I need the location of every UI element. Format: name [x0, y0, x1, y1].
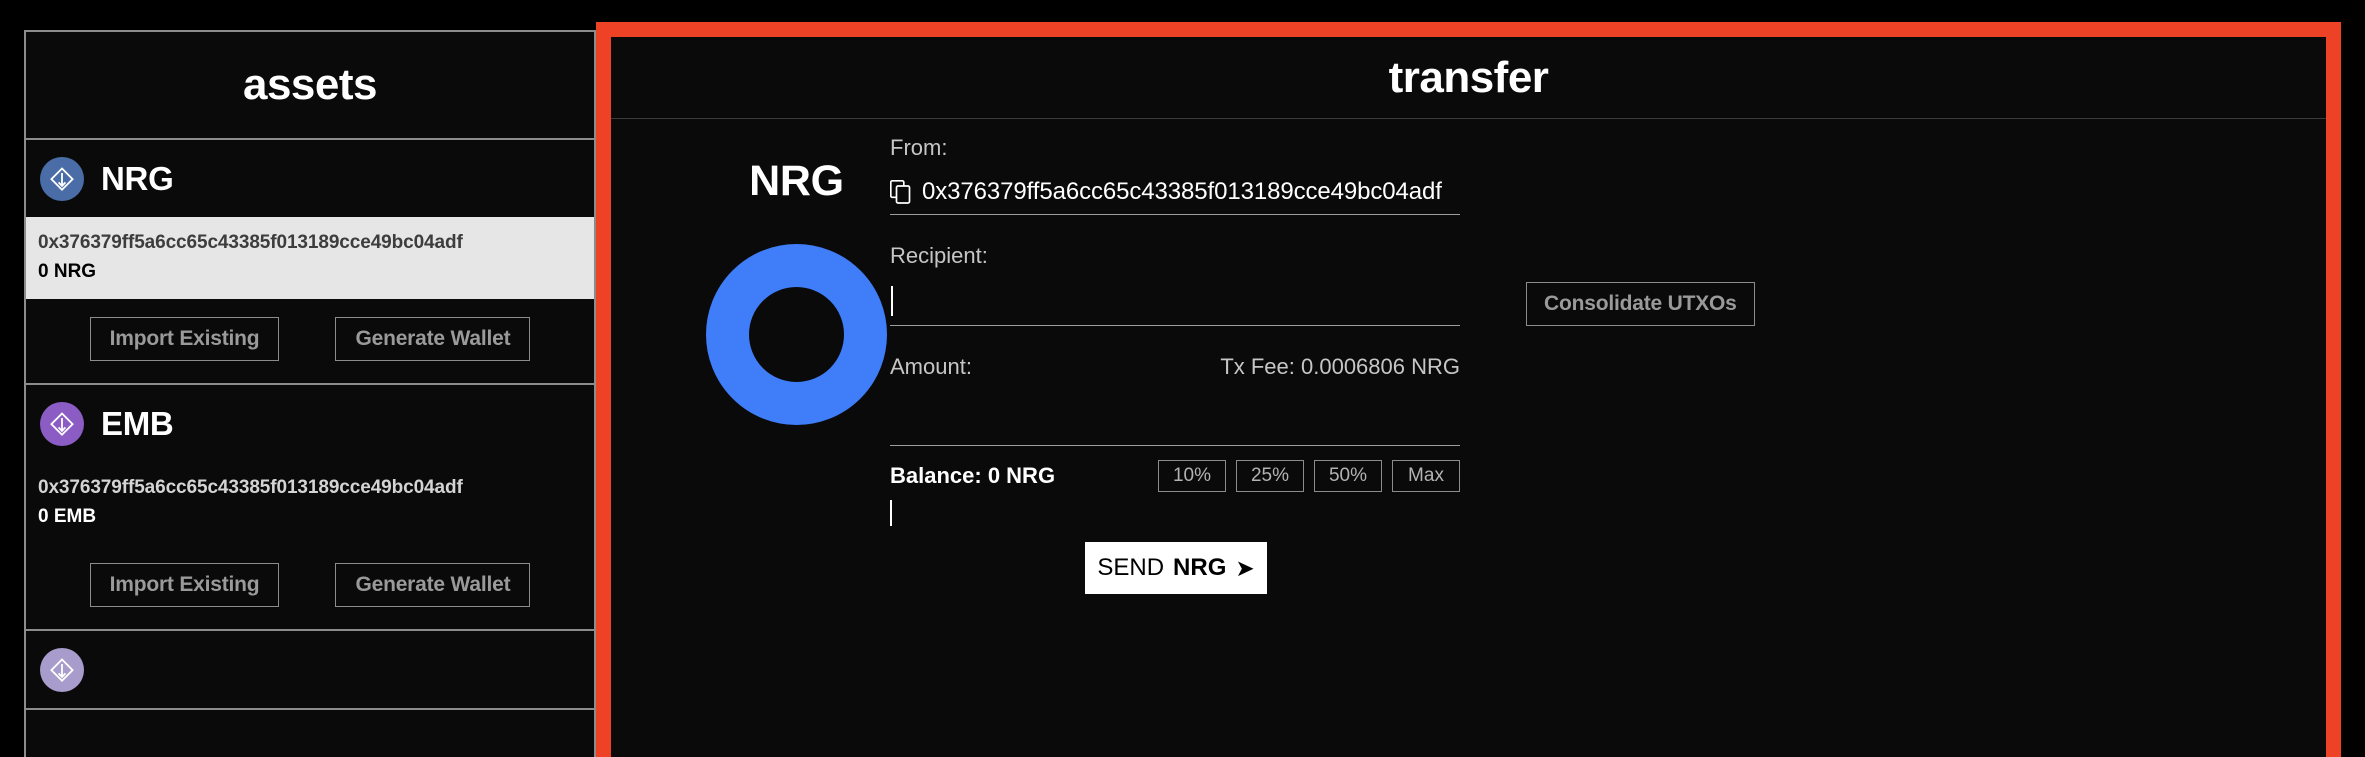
generate-wallet-button-nrg[interactable]: Generate Wallet [335, 317, 531, 362]
asset-header-nrg[interactable]: NRG [26, 140, 594, 217]
percent-button-10[interactable]: 10% [1158, 460, 1226, 492]
send-arrow-icon: ➤ [1235, 554, 1255, 581]
wallet-balance-nrg: 0 NRG [38, 260, 97, 282]
wallet-address-nrg: 0x376379ff5a6cc65c43385f013189cce49bc04a… [38, 232, 463, 253]
asset-header-partial[interactable] [26, 631, 594, 708]
wallet-app-window: assets NRG 0x376379ff5a6cc65c43385f01318… [0, 0, 2365, 757]
balance-text: Balance: 0 NRG [890, 463, 1056, 488]
asset-block-emb: EMB 0x376379ff5a6cc65c43385f013189cce49b… [26, 385, 594, 631]
from-label: From: [890, 135, 948, 160]
percent-button-25[interactable]: 25% [1236, 460, 1304, 492]
transfer-form: From: 0x376379ff5a6cc65c43385f013189cce4… [890, 135, 1460, 526]
recipient-input[interactable] [898, 283, 1460, 319]
amount-header-row: Amount: Tx Fee: 0.0006806 NRG [890, 354, 1460, 380]
amount-field[interactable] [890, 390, 1460, 446]
amount-label: Amount: [890, 354, 972, 379]
import-existing-button-nrg[interactable]: Import Existing [89, 317, 280, 362]
asset-block-partial [26, 630, 594, 710]
asset-symbol-emb: EMB [101, 405, 174, 443]
percent-button-50[interactable]: 50% [1314, 460, 1382, 492]
transfer-panel-body: transfer NRG From: 0x376379ff5a6cc65c433… [611, 37, 2326, 757]
recipient-field-group: Recipient: [890, 243, 1460, 326]
send-button-word: SEND [1097, 554, 1165, 581]
wallet-row-emb[interactable]: 0x376379ff5a6cc65c43385f013189cce49bc04a… [26, 462, 594, 544]
from-address-value: 0x376379ff5a6cc65c43385f013189cce49bc04a… [922, 177, 1442, 205]
send-button[interactable]: SEND NRG ➤ [1085, 542, 1267, 594]
tx-fee-text: Tx Fee: 0.0006806 NRG [1220, 354, 1460, 379]
consolidate-utxos-button[interactable]: Consolidate UTXOs [1526, 282, 1755, 326]
transfer-panel-header: transfer [611, 37, 2326, 119]
from-field: 0x376379ff5a6cc65c43385f013189cce49bc04a… [890, 175, 1460, 215]
asset-actions-emb: Import Existing Generate Wallet [26, 545, 594, 629]
assets-panel-header: assets [26, 32, 594, 140]
assets-title: assets [242, 60, 378, 109]
asset-symbol-nrg: NRG [101, 160, 174, 197]
copy-icon[interactable] [890, 179, 912, 204]
asset-block-nrg: NRG 0x376379ff5a6cc65c43385f013189cce49b… [26, 140, 594, 386]
generate-wallet-button-emb[interactable]: Generate Wallet [335, 562, 531, 607]
amount-input[interactable] [890, 390, 1460, 444]
asset-header-emb[interactable]: EMB [26, 385, 594, 462]
recipient-label: Recipient: [890, 243, 988, 268]
from-field-group: From: 0x376379ff5a6cc65c43385f013189cce4… [890, 135, 1460, 215]
send-button-token: NRG [1173, 554, 1227, 581]
wallet-balance-emb: 0 EMB [38, 505, 97, 527]
token-donut-graphic [706, 244, 887, 425]
wallet-address-emb: 0x376379ff5a6cc65c43385f013189cce49bc04a… [38, 477, 463, 499]
balance-row: Balance: 0 NRG 10% 25% 50% Max [890, 460, 1460, 492]
emb-diamond-icon [40, 402, 84, 447]
transfer-title: transfer [1388, 52, 1549, 102]
nrg-diamond-icon [40, 157, 84, 201]
amount-field-group: Amount: Tx Fee: 0.0006806 NRG [890, 354, 1460, 446]
third-asset-diamond-icon [40, 647, 84, 692]
assets-panel: assets NRG 0x376379ff5a6cc65c43385f01318… [24, 30, 596, 757]
recipient-text-caret [891, 286, 893, 316]
transfer-panel: transfer NRG From: 0x376379ff5a6cc65c433… [596, 22, 2341, 757]
percent-buttons-group: 10% 25% 50% Max [1158, 460, 1460, 492]
asset-actions-nrg: Import Existing Generate Wallet [26, 299, 594, 383]
import-existing-button-emb[interactable]: Import Existing [89, 562, 280, 607]
percent-button-max[interactable]: Max [1392, 460, 1460, 492]
amount-text-caret [890, 500, 892, 526]
recipient-field[interactable] [890, 283, 1460, 326]
wallet-row-nrg[interactable]: 0x376379ff5a6cc65c43385f013189cce49bc04a… [26, 217, 594, 300]
